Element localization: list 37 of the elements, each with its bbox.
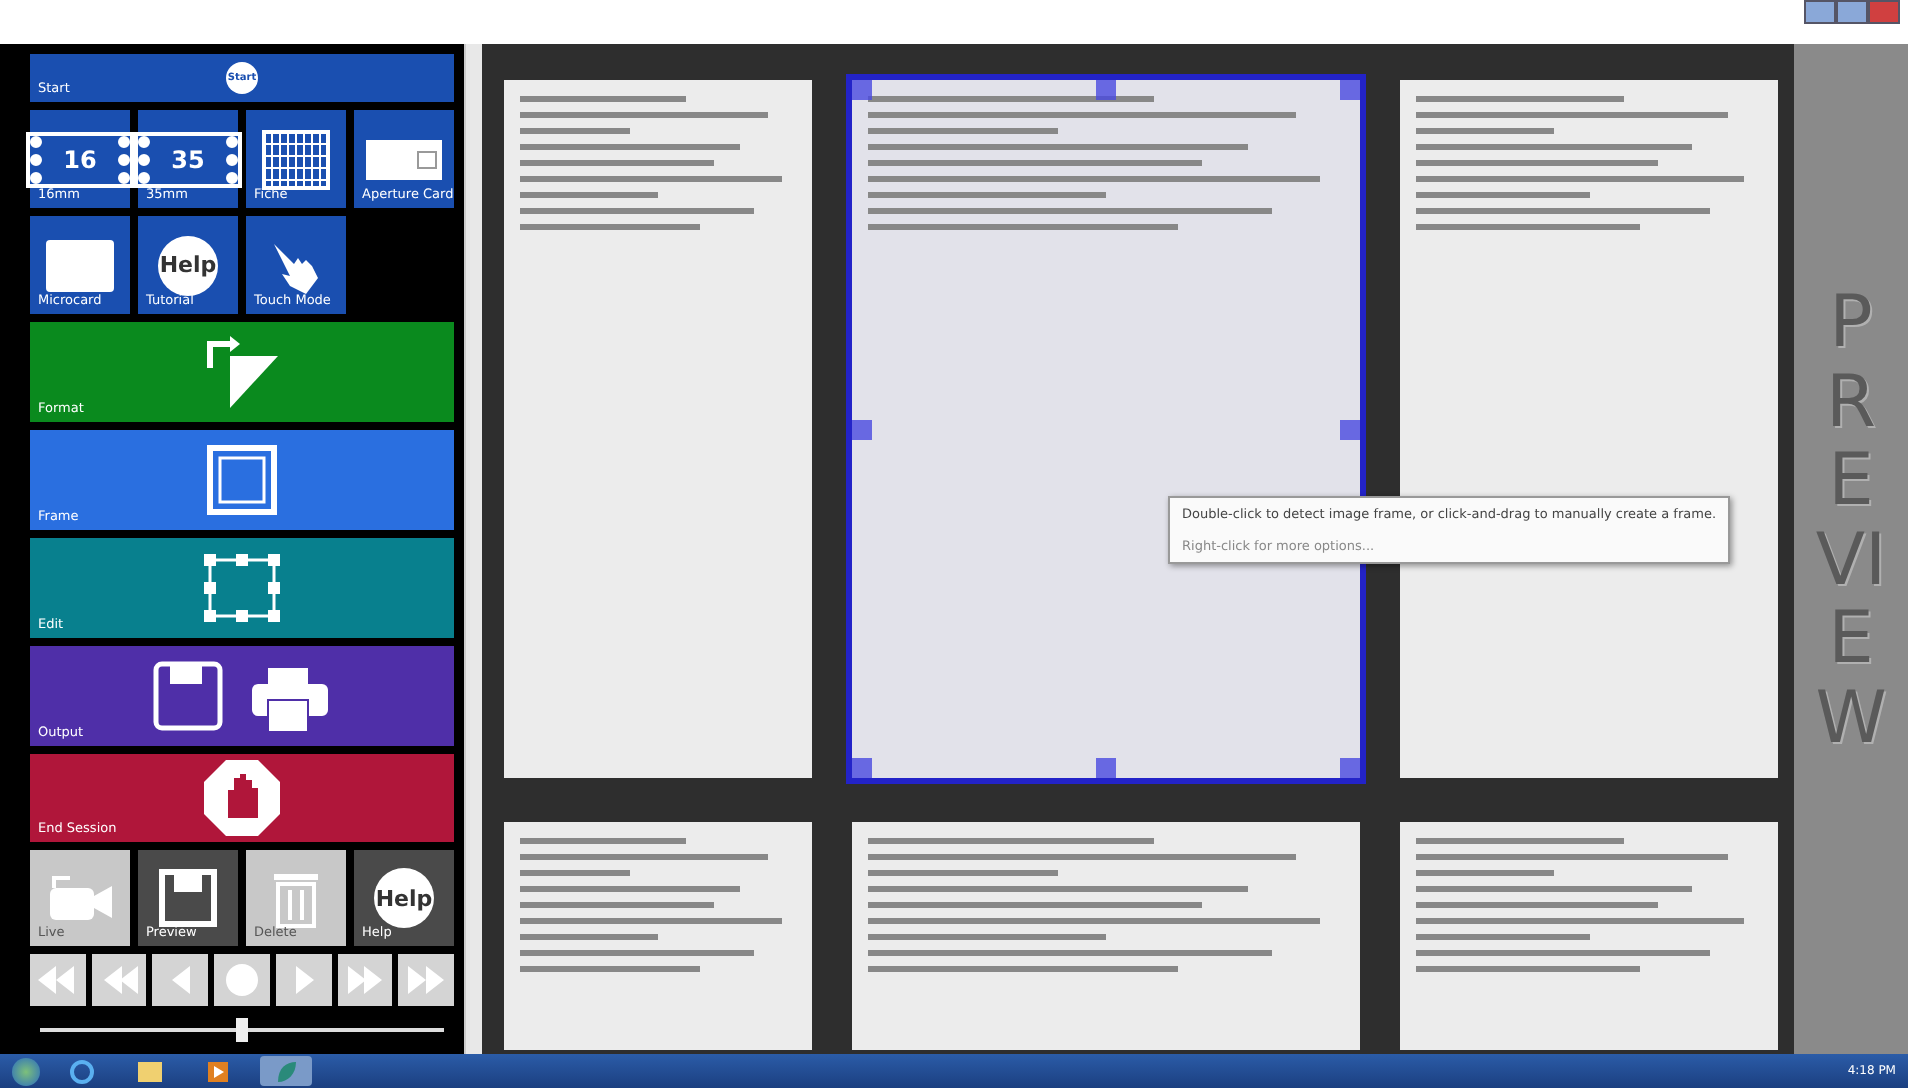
media-player-icon (208, 1061, 228, 1081)
square-frame-icon (206, 444, 278, 516)
resize-handle[interactable] (1340, 758, 1360, 778)
scanned-page-image[interactable] (498, 74, 818, 784)
playback-button[interactable] (337, 954, 393, 1006)
resize-handle[interactable] (1340, 80, 1360, 100)
rotate-card-icon (202, 332, 282, 412)
folder-icon (138, 1061, 162, 1081)
selection-handles-icon (202, 552, 282, 624)
close-button[interactable] (1868, 0, 1900, 24)
card-icon (366, 139, 442, 179)
start-orb-icon[interactable] (12, 1057, 40, 1085)
resize-handle[interactable] (1096, 758, 1116, 778)
card-icon (46, 239, 114, 291)
browser-icon (70, 1059, 94, 1083)
help-icon: Help (374, 868, 434, 928)
help-icon: Help (158, 235, 218, 295)
film-icon: 16 (30, 135, 130, 183)
grid-icon (262, 129, 330, 189)
resize-handle[interactable] (852, 80, 872, 100)
trash-can-icon (272, 868, 320, 928)
minimize-button[interactable] (1804, 0, 1836, 24)
film-icon: 35 (138, 135, 238, 183)
leaf-icon (274, 1059, 298, 1083)
slider-thumb[interactable] (236, 1018, 248, 1042)
video-camera-icon (46, 872, 114, 924)
restore-button[interactable] (1836, 0, 1868, 24)
resize-handle[interactable] (1340, 419, 1360, 439)
scanned-page-image[interactable] (1394, 816, 1784, 1054)
scanned-page-image[interactable] (846, 816, 1366, 1054)
stop-hand-icon (202, 758, 282, 838)
resize-handle[interactable] (852, 419, 872, 439)
save-and-print-icon (152, 660, 332, 732)
playback-button[interactable] (91, 954, 147, 1006)
resize-handle[interactable] (852, 758, 872, 778)
scanned-page-image[interactable] (498, 816, 818, 1054)
resize-handle[interactable] (1096, 80, 1116, 100)
